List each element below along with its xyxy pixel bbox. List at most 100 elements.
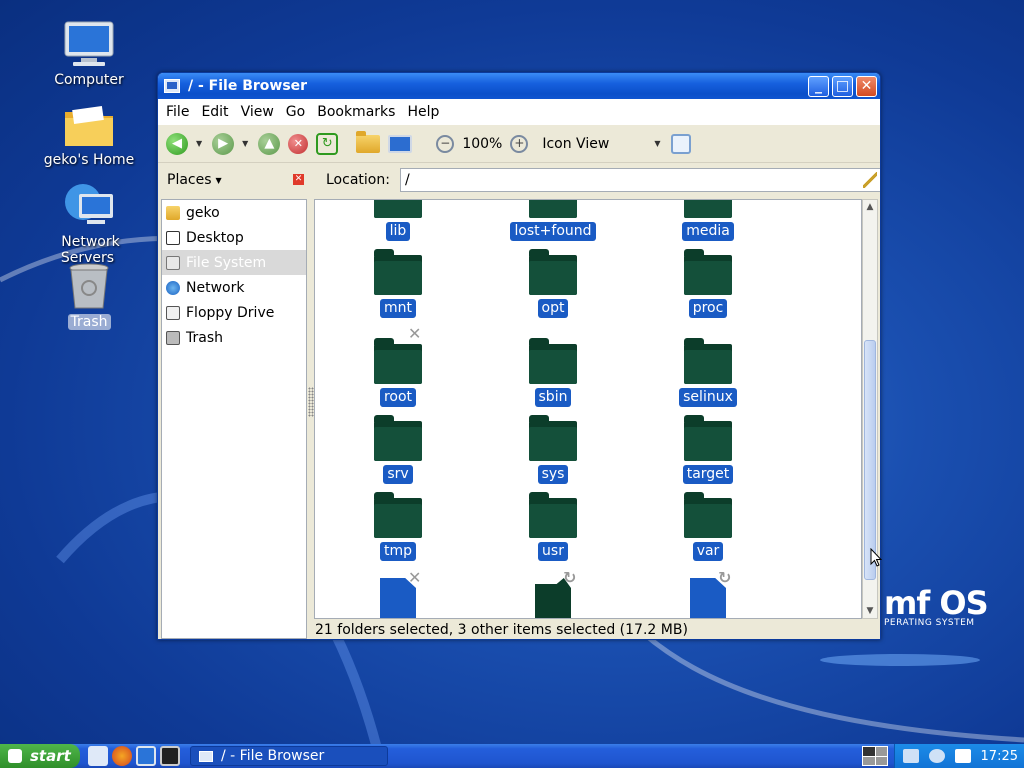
folder-icon bbox=[374, 338, 422, 384]
clock[interactable]: 17:25 bbox=[981, 749, 1018, 764]
workspace-2[interactable] bbox=[875, 747, 887, 756]
menu-bar: File Edit View Go Bookmarks Help bbox=[158, 99, 880, 125]
scrollbar-thumb[interactable] bbox=[864, 340, 876, 580]
desktop-icon-trash[interactable]: Trash bbox=[34, 262, 144, 330]
workspace-4[interactable] bbox=[875, 756, 887, 765]
taskbar-window-file-browser[interactable]: / - File Browser bbox=[190, 746, 388, 766]
folder-item[interactable]: media bbox=[648, 200, 768, 241]
folder-item[interactable]: ✕ root bbox=[338, 324, 458, 407]
scroll-down-icon[interactable]: ▼ bbox=[863, 604, 877, 618]
firefox-icon[interactable] bbox=[112, 746, 132, 766]
network-icon bbox=[166, 280, 180, 295]
minimize-button[interactable]: _ bbox=[808, 75, 829, 97]
update-icon[interactable] bbox=[928, 749, 945, 763]
desktop-icon-label: geko's Home bbox=[43, 152, 135, 168]
forward-arrow-icon[interactable]: ▶ bbox=[212, 132, 235, 155]
folder-icon bbox=[684, 200, 732, 218]
sidebar-item-network[interactable]: Network bbox=[162, 275, 306, 300]
folder-item[interactable]: var bbox=[648, 492, 768, 561]
sidebar-item-floppy-drive[interactable]: Floppy Drive bbox=[162, 300, 306, 325]
folder-item[interactable]: target bbox=[648, 415, 768, 484]
network-status-icon[interactable] bbox=[902, 749, 919, 763]
folder-item[interactable]: lost+found bbox=[493, 200, 613, 241]
file-item[interactable]: ✕ bbox=[338, 568, 458, 618]
menu-bookmarks[interactable]: Bookmarks bbox=[317, 104, 395, 120]
folder-icon bbox=[529, 338, 577, 384]
sidebar-item-trash[interactable]: Trash bbox=[162, 325, 306, 350]
menu-view[interactable]: View bbox=[241, 104, 274, 120]
up-arrow-icon[interactable]: ▲ bbox=[258, 132, 281, 155]
forward-history-dropdown[interactable]: ▼ bbox=[242, 139, 248, 148]
folder-icon bbox=[529, 415, 577, 461]
sidebar-item-label: Desktop bbox=[186, 229, 244, 246]
menu-edit[interactable]: Edit bbox=[201, 104, 228, 120]
folder-icon bbox=[529, 492, 577, 538]
zoom-in-icon[interactable]: + bbox=[510, 134, 529, 153]
workspace-3[interactable] bbox=[863, 756, 875, 765]
workspace-switcher[interactable] bbox=[862, 746, 888, 766]
desktop-icon-network-servers[interactable]: Network Servers bbox=[34, 180, 144, 266]
back-arrow-icon[interactable]: ◀ bbox=[166, 132, 188, 155]
folder-name: tmp bbox=[379, 542, 416, 561]
floppy-icon bbox=[166, 305, 180, 320]
desktop-icon-computer[interactable]: Computer bbox=[34, 20, 144, 88]
file-item[interactable]: ↻ bbox=[648, 568, 768, 618]
scroll-up-icon[interactable]: ▲ bbox=[863, 200, 877, 214]
close-sidebar-icon[interactable]: ✕ bbox=[293, 174, 304, 185]
sidebar-item-file-system[interactable]: File System bbox=[162, 250, 306, 275]
menu-go[interactable]: Go bbox=[286, 104, 305, 120]
folder-item[interactable]: srv bbox=[338, 415, 458, 484]
sidebar-item-label: Network bbox=[186, 279, 245, 296]
reload-icon[interactable]: ↻ bbox=[316, 132, 339, 155]
zoom-level[interactable]: 100% bbox=[462, 136, 502, 152]
chevron-down-icon[interactable]: ▼ bbox=[216, 176, 222, 185]
folder-icon bbox=[374, 415, 422, 461]
system-tray: 17:25 bbox=[894, 744, 1024, 768]
folder-item[interactable]: sbin bbox=[493, 338, 613, 407]
sidebar-item-geko[interactable]: geko bbox=[162, 200, 306, 225]
computer-button-icon[interactable] bbox=[388, 134, 413, 153]
back-history-dropdown[interactable]: ▼ bbox=[196, 139, 202, 148]
quicklaunch-computer-icon[interactable] bbox=[136, 746, 156, 766]
folder-item[interactable]: selinux bbox=[648, 338, 768, 407]
menu-help[interactable]: Help bbox=[407, 104, 439, 120]
folder-item[interactable]: proc bbox=[648, 249, 768, 318]
folder-item[interactable]: tmp bbox=[338, 492, 458, 561]
folder-item[interactable]: usr bbox=[493, 492, 613, 561]
places-sidebar: geko Desktop File System Network Floppy … bbox=[161, 199, 307, 639]
menu-file[interactable]: File bbox=[166, 104, 189, 120]
terminal-icon[interactable] bbox=[160, 746, 180, 766]
status-bar: 21 folders selected, 3 other items selec… bbox=[158, 619, 880, 639]
desktop-icon-home[interactable]: geko's Home bbox=[34, 104, 144, 168]
desktop-icon bbox=[166, 230, 180, 245]
file-item[interactable]: ↻ bbox=[493, 568, 613, 618]
clear-location-icon[interactable] bbox=[862, 172, 877, 188]
view-mode-dropdown-icon[interactable]: ▼ bbox=[654, 139, 660, 148]
view-mode-select[interactable]: Icon View bbox=[542, 136, 646, 152]
folder-item[interactable]: sys bbox=[493, 415, 613, 484]
folder-item[interactable]: lib bbox=[338, 200, 458, 241]
start-button[interactable]: start bbox=[0, 744, 80, 768]
folder-item[interactable]: mnt bbox=[338, 249, 458, 318]
stop-icon[interactable]: ✕ bbox=[288, 133, 309, 154]
mail-icon[interactable] bbox=[954, 749, 971, 763]
location-bar: Location: / bbox=[316, 163, 880, 197]
folder-icon bbox=[374, 492, 422, 538]
location-input[interactable]: / bbox=[399, 168, 880, 192]
sidebar-item-label: geko bbox=[186, 204, 220, 221]
start-label: start bbox=[30, 747, 71, 765]
folder-item[interactable]: opt bbox=[493, 249, 613, 318]
folder-icon bbox=[529, 200, 577, 218]
home-folder-button-icon[interactable] bbox=[356, 130, 381, 153]
workspace-1[interactable] bbox=[863, 747, 875, 756]
window-titlebar[interactable]: / - File Browser _ □ ✕ bbox=[158, 73, 880, 99]
maximize-button[interactable]: □ bbox=[832, 75, 853, 97]
quicklaunch-desktop-icon[interactable] bbox=[88, 746, 108, 766]
search-icon[interactable] bbox=[670, 133, 691, 154]
zoom-out-icon[interactable]: − bbox=[436, 134, 455, 153]
places-dropdown[interactable]: Places bbox=[167, 172, 212, 188]
trash-icon bbox=[69, 263, 109, 309]
sidebar-item-desktop[interactable]: Desktop bbox=[162, 225, 306, 250]
symlink-file-icon bbox=[535, 578, 571, 618]
close-button[interactable]: ✕ bbox=[856, 75, 877, 97]
